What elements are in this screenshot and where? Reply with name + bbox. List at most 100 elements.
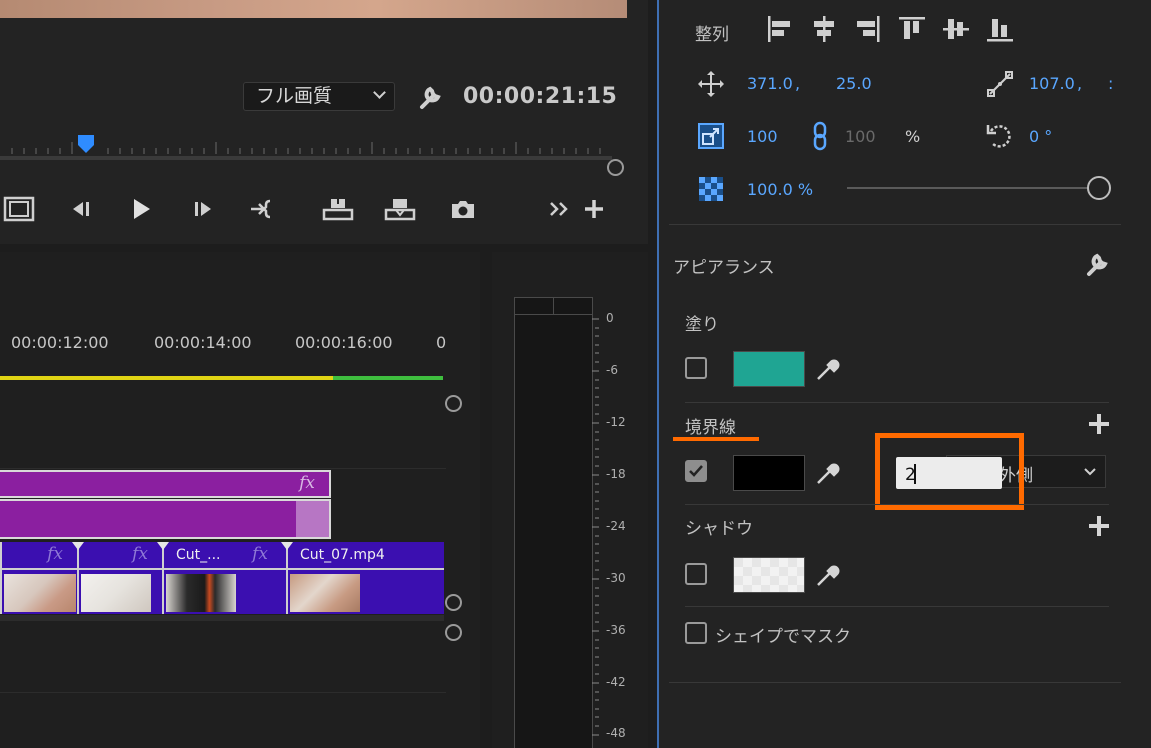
- eyedropper-icon[interactable]: [814, 459, 842, 491]
- position-separator: ,: [795, 74, 801, 93]
- section-divider: [669, 224, 1121, 225]
- render-bar-green: [333, 376, 443, 380]
- lift-button[interactable]: [321, 194, 355, 224]
- db-label: -42: [606, 675, 626, 689]
- program-monitor: フル画質 00:00:21:15: [0, 0, 648, 244]
- position-x-value[interactable]: 371.0: [747, 74, 793, 93]
- track-scroll-handle[interactable]: [445, 395, 462, 412]
- timeline-panel: 00:00:12:00 00:00:14:00 00:00:16:00 0 fx…: [0, 252, 480, 748]
- highlight-underline: [673, 437, 759, 441]
- highlight-box: [875, 433, 1024, 510]
- video-track-v1: fx fx Cut_... fx Cut_07.mp4: [0, 542, 444, 614]
- more-chevrons-icon[interactable]: [543, 194, 577, 224]
- shape-mask-checkbox[interactable]: [685, 622, 707, 644]
- section-divider: [685, 402, 1109, 403]
- playhead-timecode[interactable]: 00:00:21:15: [463, 84, 617, 109]
- db-label: 0: [606, 311, 614, 325]
- audio-meter-panel: [492, 252, 648, 748]
- video-clip[interactable]: Cut_07.mp4: [281, 542, 444, 614]
- track-divider: [0, 468, 446, 469]
- truncated-value-marker: :: [1108, 74, 1114, 93]
- play-button[interactable]: [124, 194, 158, 224]
- chevron-down-icon: [373, 86, 386, 99]
- zoom-scroll-handle[interactable]: [607, 159, 624, 176]
- playback-resolution-value: フル画質: [256, 85, 333, 107]
- align-right-icon[interactable]: [853, 14, 883, 48]
- fill-checkbox[interactable]: [685, 357, 707, 379]
- wrench-icon[interactable]: [1083, 250, 1111, 282]
- add-button-icon[interactable]: [577, 194, 611, 224]
- eyedropper-icon[interactable]: [814, 355, 842, 387]
- ruler-time-label: 00:00:12:00: [11, 333, 109, 352]
- align-bottom-icon[interactable]: [985, 14, 1015, 48]
- link-icon[interactable]: [811, 121, 829, 155]
- extract-button[interactable]: [383, 194, 417, 224]
- anchor-x-value[interactable]: 107.0: [1029, 74, 1075, 93]
- camera-icon[interactable]: [446, 194, 480, 224]
- clip-thumbnail: [290, 574, 360, 612]
- shape-mask-label: シェイプでマスク: [715, 627, 851, 647]
- track-divider: [0, 692, 446, 693]
- step-forward-button[interactable]: [187, 194, 221, 224]
- fx-badge: fx: [47, 544, 63, 564]
- video-clip[interactable]: fx: [0, 542, 77, 614]
- track-separator: [0, 615, 444, 621]
- rotation-icon: [985, 121, 1015, 155]
- playhead-handle[interactable]: [76, 134, 96, 154]
- align-center-vertical-icon[interactable]: [941, 14, 971, 48]
- scale-height-value[interactable]: 100: [845, 127, 876, 146]
- db-label: -36: [606, 623, 626, 637]
- section-divider: [685, 606, 1109, 607]
- appearance-label: アピアランス: [673, 258, 775, 278]
- ruler-time-label: 0: [436, 333, 447, 352]
- step-back-button[interactable]: [63, 194, 97, 224]
- meter-scale-ticks: [592, 318, 599, 736]
- fx-badge: fx: [132, 544, 148, 564]
- playback-resolution-select[interactable]: フル画質: [243, 82, 395, 111]
- track-scroll-handle[interactable]: [445, 594, 462, 611]
- graphic-clip[interactable]: fx: [0, 470, 331, 498]
- rotation-value[interactable]: 0 °: [1029, 127, 1052, 146]
- stroke-color-swatch[interactable]: [733, 455, 805, 491]
- track-scroll-handle[interactable]: [445, 624, 462, 641]
- safe-margins-button[interactable]: [2, 194, 36, 224]
- db-label: -12: [606, 415, 626, 429]
- align-center-horizontal-icon[interactable]: [809, 14, 839, 48]
- fx-badge: fx: [252, 544, 268, 564]
- stroke-label: 境界線: [685, 418, 736, 438]
- fill-color-swatch[interactable]: [733, 351, 805, 387]
- go-to-out-button[interactable]: [246, 194, 280, 224]
- video-clip[interactable]: fx: [72, 542, 162, 614]
- shadow-checkbox[interactable]: [685, 563, 707, 585]
- opacity-slider-knob[interactable]: [1087, 176, 1111, 200]
- video-clip[interactable]: Cut_... fx: [157, 542, 286, 614]
- shadow-label: シャドウ: [685, 519, 753, 539]
- align-left-icon[interactable]: [765, 14, 795, 48]
- opacity-slider-track[interactable]: [847, 187, 1091, 189]
- clip-name: Cut_07.mp4: [300, 547, 385, 563]
- wrench-icon[interactable]: [416, 83, 444, 111]
- move-icon: [697, 70, 725, 102]
- opacity-value[interactable]: 100.0 %: [747, 180, 813, 199]
- db-label: -24: [606, 519, 626, 533]
- position-y-value[interactable]: 25.0: [836, 74, 872, 93]
- section-divider: [685, 504, 1109, 505]
- render-bar-yellow: [0, 376, 333, 380]
- add-stroke-icon[interactable]: [1089, 414, 1109, 434]
- stroke-checkbox[interactable]: [685, 460, 707, 482]
- anchor-separator: ,: [1077, 74, 1083, 93]
- shadow-color-swatch[interactable]: [733, 557, 805, 593]
- clip-selected-tail: [296, 501, 329, 537]
- clip-thumbnail: [166, 574, 236, 612]
- graphic-clip[interactable]: [0, 499, 331, 539]
- scale-icon: [697, 122, 725, 154]
- fill-label: 塗り: [685, 315, 719, 335]
- eyedropper-icon[interactable]: [814, 561, 842, 593]
- add-shadow-icon[interactable]: [1089, 516, 1109, 536]
- video-preview[interactable]: [0, 0, 627, 18]
- scale-width-value[interactable]: 100: [747, 127, 778, 146]
- scale-unit: %: [905, 127, 921, 146]
- clip-name: Cut_...: [176, 547, 221, 563]
- align-top-icon[interactable]: [897, 14, 927, 48]
- monitor-scrub-bar[interactable]: [0, 156, 612, 160]
